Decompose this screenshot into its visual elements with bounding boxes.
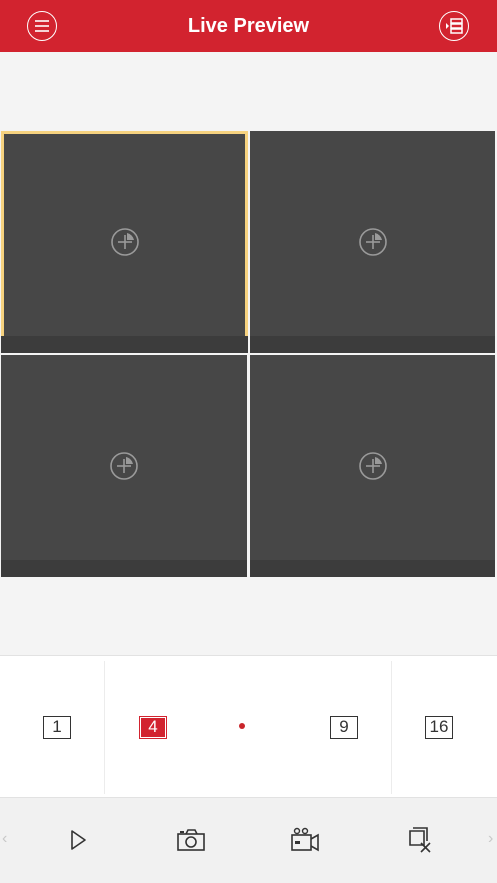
page-indicator-dot [239,723,245,729]
layout-1-button[interactable]: 1 [43,716,71,739]
record-icon [291,827,319,852]
window-status-bar [1,560,247,577]
add-camera-icon[interactable] [358,451,388,481]
menu-button[interactable] [27,11,57,41]
divider [104,661,105,794]
chevron-left-icon[interactable]: ‹ [2,830,12,848]
chevron-right-icon[interactable]: › [488,830,497,848]
bottom-toolbar: ‹ › [0,798,497,883]
window-status-bar [250,336,495,353]
window-status-bar [250,560,495,577]
add-camera-icon[interactable] [358,227,388,257]
close-all-icon [409,827,431,853]
window-status-bar [1,336,248,353]
camera-icon [177,829,205,851]
preview-window-4[interactable] [250,355,495,577]
add-camera-icon[interactable] [110,227,140,257]
play-icon [71,830,86,850]
page-title: Live Preview [187,15,310,37]
device-list-button[interactable] [439,11,469,41]
capture-button[interactable] [175,825,207,855]
device-list-icon [446,18,463,34]
divider [391,661,392,794]
layout-9-button[interactable]: 9 [330,716,358,739]
window-layout-selector: 1 4 9 16 [0,655,497,798]
add-camera-icon[interactable] [109,451,139,481]
layout-16-button[interactable]: 16 [425,716,453,739]
preview-grid [0,131,497,577]
close-all-button[interactable] [404,825,436,855]
preview-window-3[interactable] [1,355,247,577]
menu-icon [35,20,49,32]
record-button[interactable] [289,825,321,855]
preview-window-1[interactable] [1,131,248,353]
preview-window-2[interactable] [250,131,495,353]
header-bar: Live Preview [0,0,497,52]
layout-4-button[interactable]: 4 [139,716,167,739]
play-button[interactable] [62,825,94,855]
